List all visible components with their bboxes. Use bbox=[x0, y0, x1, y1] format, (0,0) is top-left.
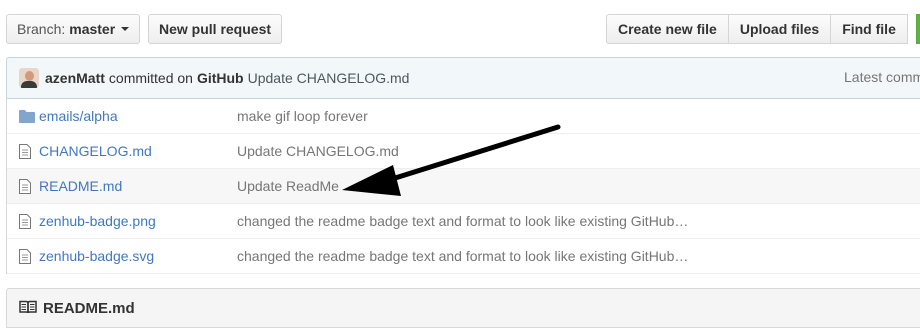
file-commit-message-link[interactable]: make gif loop forever bbox=[237, 108, 368, 124]
latest-commit-label[interactable]: Latest comm bbox=[844, 69, 920, 85]
readme-title: README.md bbox=[43, 299, 135, 317]
file-commit-message-link[interactable]: changed the readme badge text and format… bbox=[237, 213, 688, 229]
readme-header: README.md bbox=[6, 288, 920, 328]
file-name-link[interactable]: emails/alpha bbox=[39, 108, 118, 124]
new-pull-request-label: New pull request bbox=[159, 21, 272, 37]
commit-platform-text: GitHub bbox=[196, 70, 244, 86]
file-name-link[interactable]: README.md bbox=[39, 178, 122, 194]
branch-name-label: master bbox=[69, 21, 116, 37]
file-name-link[interactable]: zenhub-badge.svg bbox=[39, 248, 154, 264]
file-row: emails/alpha make gif loop forever bbox=[7, 99, 920, 134]
file-name-link[interactable]: zenhub-badge.png bbox=[39, 213, 156, 229]
find-file-button[interactable]: Find file bbox=[830, 14, 908, 44]
book-icon bbox=[19, 300, 37, 317]
file-icon bbox=[19, 249, 31, 267]
file-row: CHANGELOG.md Update CHANGELOG.md bbox=[7, 134, 920, 169]
avatar[interactable] bbox=[19, 68, 39, 88]
committed-on-text: committed on bbox=[108, 70, 193, 86]
file-row: zenhub-badge.svg changed the readme badg… bbox=[7, 239, 920, 274]
file-list: emails/alpha make gif loop forever CHANG… bbox=[6, 99, 920, 274]
create-new-file-button[interactable]: Create new file bbox=[606, 14, 729, 44]
file-commit-message-link[interactable]: changed the readme badge text and format… bbox=[237, 248, 688, 264]
file-icon bbox=[19, 144, 31, 162]
new-pull-request-button[interactable]: New pull request bbox=[148, 14, 283, 44]
file-actions-group: Create new file Upload files Find file bbox=[606, 14, 908, 44]
folder-icon bbox=[19, 109, 35, 126]
file-commit-message-link[interactable]: Update CHANGELOG.md bbox=[237, 143, 399, 159]
file-icon bbox=[19, 214, 31, 232]
caret-down-icon bbox=[121, 27, 130, 31]
file-icon bbox=[19, 179, 31, 197]
file-row: zenhub-badge.png changed the readme badg… bbox=[7, 204, 920, 239]
upload-files-button[interactable]: Upload files bbox=[727, 14, 832, 44]
commit-message-link[interactable]: Update CHANGELOG.md bbox=[248, 70, 410, 86]
file-commit-message-link[interactable]: Update ReadMe bbox=[237, 178, 339, 194]
commit-author-link[interactable]: azenMatt bbox=[45, 70, 105, 86]
file-name-link[interactable]: CHANGELOG.md bbox=[39, 143, 152, 159]
latest-commit-bar: azenMatt committed on GitHub Update CHAN… bbox=[6, 57, 920, 99]
file-row: README.md Update ReadMe bbox=[7, 169, 920, 204]
clone-download-button-edge[interactable] bbox=[916, 14, 920, 44]
branch-prefix-label: Branch: bbox=[17, 21, 66, 37]
branch-selector-button[interactable]: Branch: master bbox=[6, 14, 141, 44]
